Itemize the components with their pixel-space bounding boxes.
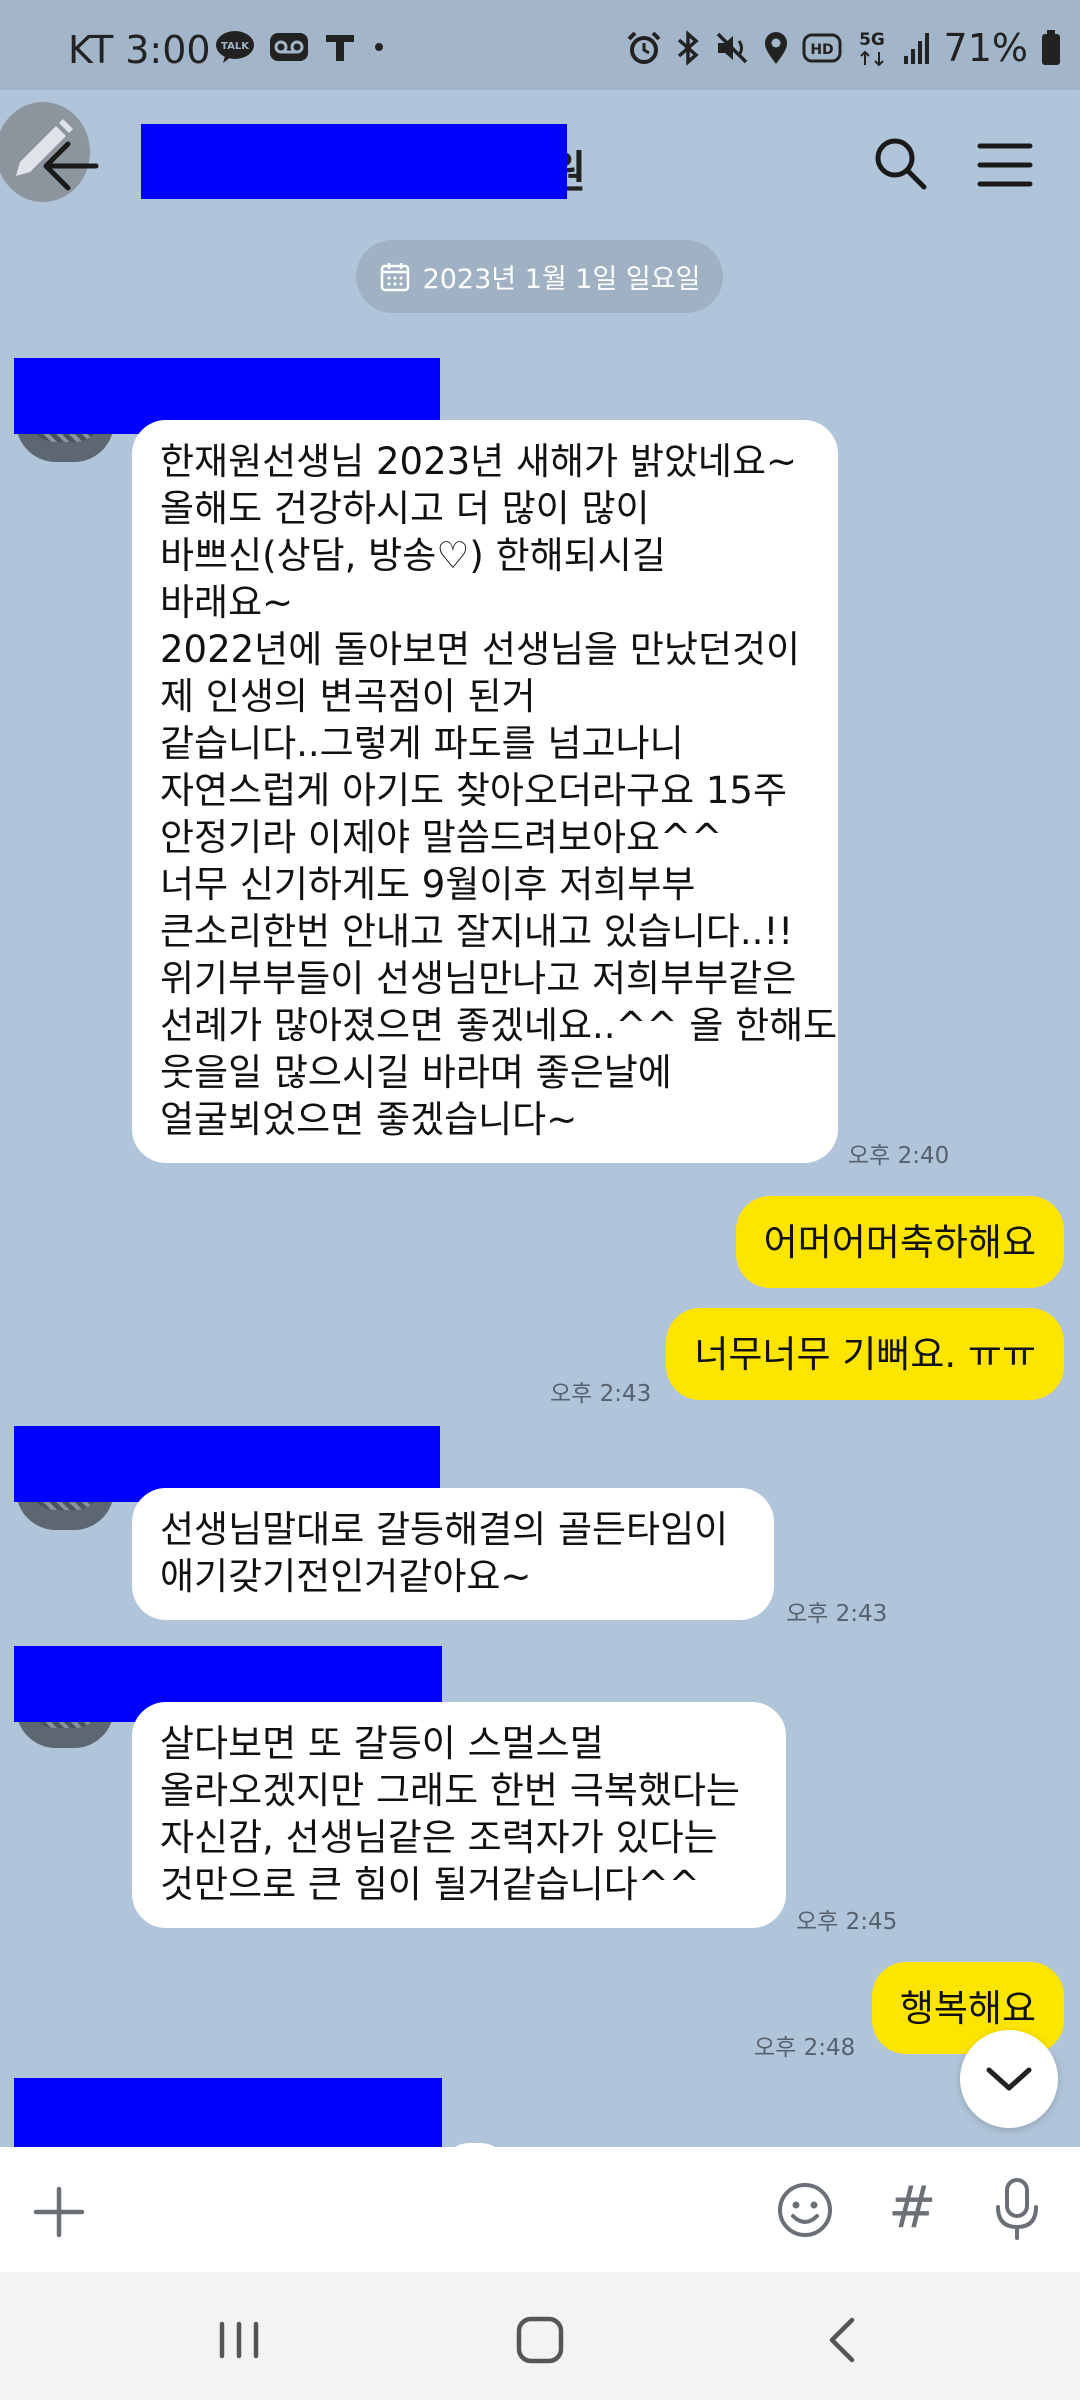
mute-icon: [716, 32, 747, 64]
system-icons: HD 5G 71%: [626, 26, 1062, 70]
hd-badge-text: HD: [810, 42, 833, 58]
message-line: 자연스럽게 아기도 찾아오더라구요 15주: [160, 769, 788, 812]
message-line: 얼굴뵈었으면 좋겠습니다~: [160, 1098, 578, 1141]
battery-icon: [1042, 30, 1060, 65]
message-line: 2022년에 돌아보면 선생님을 만났던것이: [160, 628, 801, 671]
status-bar: KT 3:00 TALK HD 5G 71%: [0, 0, 1080, 90]
alarm-icon: [627, 31, 660, 64]
message-line: 제 인생의 변곡점이 된거: [160, 675, 536, 718]
scroll-to-bottom-button[interactable]: [960, 2030, 1058, 2128]
talk-bubble-icon: TALK: [216, 31, 254, 63]
back-arrow-icon: [43, 141, 99, 191]
5g-icon: 5G: [859, 30, 885, 67]
message-line: 한재원선생님 2023년 새해가 밝았네요~: [160, 440, 798, 483]
date-divider: 2023년 1월 1일 일요일: [356, 240, 723, 313]
message-line: 자신감, 선생님같은 조력자가 있다는: [160, 1816, 718, 1859]
menu-icon: [977, 143, 1033, 187]
message-line: 같습니다..그렇게 파도를 넘고나니: [160, 722, 684, 765]
message-time: 오후 2:43: [550, 1381, 652, 1407]
system-nav-bar: [0, 2272, 1080, 2400]
carrier-time: KT 3:00: [68, 28, 211, 72]
received-message-bubble[interactable]: 한재원선생님 2023년 새해가 밝았네요~ 올해도 건강하시고 더 많이 많이…: [132, 420, 838, 1163]
calendar-icon: [380, 262, 409, 291]
message-line: 웃을일 많으시길 바라며 좋은날에: [160, 1051, 672, 1094]
message-text: 어머어머축하해요: [763, 1220, 1036, 1264]
message-line: 바래요~: [160, 581, 294, 624]
message-time: 오후 2:43: [786, 1601, 888, 1627]
voicemail-icon: [270, 33, 308, 61]
mic-icon: [996, 2178, 1038, 2240]
message-line: 애기갖기전인거같아요~: [160, 1555, 532, 1598]
bluetooth-icon: [677, 30, 699, 66]
date-text: 2023년 1월 1일 일요일: [422, 264, 701, 295]
talk-badge-text: TALK: [221, 41, 250, 52]
hashtag-icon[interactable]: #: [888, 2173, 937, 2241]
message-line: 올라오겠지만 그래도 한번 극복했다는: [160, 1769, 740, 1812]
battery-percent: 71%: [943, 26, 1028, 70]
message-text: 너무너무 기뻐요. ㅠㅠ: [694, 1332, 1036, 1376]
message-line: 것만으로 큰 힘이 될거같습니다^^: [160, 1863, 700, 1906]
message-line: 바쁘신(상담, 방송♡) 한해되시길: [160, 534, 666, 577]
recents-button[interactable]: [212, 2320, 266, 2360]
signal-icon: [903, 33, 929, 64]
message-line: 선생님말대로 갈등해결의 골든타임이: [160, 1508, 729, 1551]
message-line: 선례가 많아졌으면 좋겠네요..^^ 올 한해도: [160, 1004, 838, 1047]
dot-icon: [375, 43, 383, 51]
redacted-chat-title: [141, 124, 567, 199]
message-time: 오후 2:45: [796, 1909, 898, 1935]
location-icon: [764, 32, 787, 64]
back-icon: [829, 2317, 855, 2363]
attach-button[interactable]: [32, 2185, 86, 2239]
chevron-down-icon: [986, 2067, 1032, 2091]
t-icon: [326, 35, 354, 61]
sent-message-bubble[interactable]: 너무너무 기뻐요. ㅠㅠ: [666, 1308, 1064, 1400]
message-line: 큰소리한번 안내고 잘지내고 있습니다..!!: [160, 910, 794, 953]
message-line: 올해도 건강하시고 더 많이 많이: [160, 487, 650, 530]
voice-button[interactable]: [990, 2177, 1044, 2241]
received-message-bubble[interactable]: 선생님말대로 갈등해결의 골든타임이 애기갖기전인거같아요~: [132, 1488, 774, 1620]
hd-icon: HD: [802, 33, 842, 63]
search-icon: [875, 138, 927, 190]
sent-message-bubble[interactable]: 어머어머축하해요: [735, 1196, 1064, 1288]
received-message-bubble[interactable]: 살다보면 또 갈등이 스멀스멀 올라오겠지만 그래도 한번 극복했다는 자신감,…: [132, 1702, 786, 1928]
message-line: 위기부부들이 선생님만나고 저희부부같은: [160, 957, 797, 1000]
menu-button[interactable]: [977, 140, 1033, 190]
network-text: 5G: [859, 30, 885, 50]
recents-icon: [219, 2321, 259, 2359]
home-button[interactable]: [514, 2314, 566, 2366]
message-line: 너무 신기하게도 9월이후 저희부부: [160, 863, 696, 906]
message-input-bar: #: [0, 2147, 1080, 2272]
notification-icons: TALK: [215, 30, 387, 64]
message-time: 오후 2:40: [848, 1143, 950, 1169]
message-text: 행복해요: [899, 1986, 1036, 2030]
message-line: 살다보면 또 갈등이 스멀스멀: [160, 1722, 604, 1765]
nav-back-button[interactable]: [822, 2314, 862, 2366]
plus-icon: [33, 2186, 85, 2238]
redacted-sender-name: [14, 2078, 442, 2148]
search-button[interactable]: [872, 135, 928, 191]
emoji-icon: [778, 2183, 832, 2237]
emoji-button[interactable]: [776, 2181, 834, 2239]
home-icon: [516, 2316, 564, 2364]
back-button[interactable]: [38, 138, 102, 194]
message-time: 오후 2:48: [754, 2035, 856, 2061]
message-line: 안정기라 이제야 말씀드려보아요^^: [160, 816, 723, 859]
